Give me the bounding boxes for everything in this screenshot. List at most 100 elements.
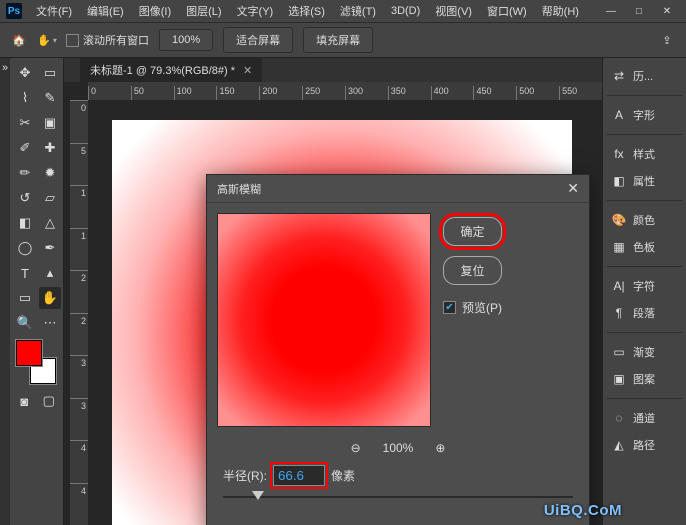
menu-view[interactable]: 视图(V) — [428, 0, 479, 22]
fit-screen-button[interactable]: 适合屏幕 — [223, 27, 293, 53]
paragraph-icon: ¶ — [611, 306, 627, 320]
menu-file[interactable]: 文件(F) — [29, 0, 79, 22]
panel-patterns[interactable]: ▣图案 — [607, 367, 682, 391]
scroll-all-label: 滚动所有窗口 — [83, 32, 149, 48]
minimize-button[interactable]: — — [598, 3, 624, 19]
preview-checkbox-label: 预览(P) — [462, 299, 502, 316]
panel-glyphs[interactable]: A字形 — [607, 103, 682, 127]
shape-tool[interactable]: ▭ — [14, 287, 36, 309]
menu-layer[interactable]: 图层(L) — [179, 0, 228, 22]
menu-filter[interactable]: 滤镜(T) — [333, 0, 383, 22]
slider-thumb-icon[interactable] — [252, 491, 264, 500]
radius-unit: 像素 — [331, 467, 355, 484]
lasso-tool[interactable]: ⌇ — [14, 87, 36, 109]
menu-3d[interactable]: 3D(D) — [384, 2, 427, 20]
maximize-button[interactable]: □ — [626, 3, 652, 19]
panel-history[interactable]: ⇄历... — [607, 64, 682, 88]
dodge-tool[interactable]: ◯ — [14, 237, 36, 259]
ok-button[interactable]: 确定 — [443, 217, 502, 246]
dialog-close-icon[interactable]: ✕ — [567, 180, 579, 197]
gradient-tool[interactable]: ◧ — [14, 212, 36, 234]
panel-channels[interactable]: ◌通道 — [607, 406, 682, 430]
menu-help[interactable]: 帮助(H) — [535, 0, 586, 22]
panel-paths[interactable]: ◭路径 — [607, 433, 682, 457]
character-icon: A| — [611, 279, 627, 293]
styles-icon: fx — [611, 147, 627, 161]
share-icon[interactable]: ⇪ — [658, 31, 676, 49]
brush-tool[interactable]: ✏ — [14, 162, 36, 184]
frame-tool[interactable]: ▣ — [39, 112, 61, 134]
properties-icon: ◧ — [611, 174, 627, 188]
radius-slider[interactable] — [223, 490, 573, 504]
gradients-icon: ▭ — [611, 345, 627, 359]
marquee-tool[interactable]: ▭ — [39, 62, 61, 84]
dialog-title: 高斯模糊 — [217, 181, 261, 197]
color-swatches[interactable] — [14, 340, 58, 384]
preview-zoom-value: 100% — [383, 441, 414, 455]
document-tab-title: 未标题-1 @ 79.3%(RGB/8#) * — [90, 62, 235, 78]
history-brush-tool[interactable]: ↺ — [14, 187, 36, 209]
zoom-out-icon[interactable]: ⊖ — [351, 441, 361, 455]
menu-type[interactable]: 文字(Y) — [230, 0, 281, 22]
patterns-icon: ▣ — [611, 372, 627, 386]
document-area: 未标题-1 @ 79.3%(RGB/8#) * ✕ 05010015020025… — [64, 58, 602, 525]
swatches-icon: ▦ — [611, 240, 627, 254]
ruler-vertical[interactable]: 0511223344 — [70, 100, 88, 525]
eyedropper-tool[interactable]: ✐ — [14, 137, 36, 159]
preview-checkbox[interactable]: ✔ — [443, 301, 456, 314]
channels-icon: ◌ — [611, 411, 627, 425]
gaussian-blur-dialog: 高斯模糊 ✕ 确定 复位 ✔ 预览(P) ⊖ 100% ⊕ — [206, 174, 590, 525]
options-bar: 🏠 ✋▾ 滚动所有窗口 100% 适合屏幕 填充屏幕 ⇪ — [0, 22, 686, 58]
type-tool[interactable]: T — [14, 262, 36, 284]
zoom-in-icon[interactable]: ⊕ — [435, 441, 445, 455]
crop-tool[interactable]: ✂ — [14, 112, 36, 134]
eraser-tool[interactable]: ▱ — [39, 187, 61, 209]
home-icon[interactable]: 🏠 — [10, 31, 28, 49]
hand-tool[interactable]: ✋ — [39, 287, 61, 309]
panel-paragraph[interactable]: ¶段落 — [607, 301, 682, 325]
panel-dock: ⇄历... A字形 fx样式 ◧属性 🎨颜色 ▦色板 A|字符 ¶段落 ▭渐变 … — [602, 58, 686, 525]
document-tab[interactable]: 未标题-1 @ 79.3%(RGB/8#) * ✕ — [80, 58, 262, 82]
radius-input[interactable] — [273, 465, 325, 486]
screen-mode-icon[interactable]: ▢ — [39, 390, 60, 412]
panel-swatches[interactable]: ▦色板 — [607, 235, 682, 259]
menu-image[interactable]: 图像(I) — [132, 0, 178, 22]
panel-gradients[interactable]: ▭渐变 — [607, 340, 682, 364]
quick-mask-icon[interactable]: ◙ — [14, 390, 35, 412]
left-tab-strip[interactable]: » — [0, 58, 10, 525]
menubar: Ps 文件(F) 编辑(E) 图像(I) 图层(L) 文字(Y) 选择(S) 滤… — [0, 0, 686, 22]
panel-properties[interactable]: ◧属性 — [607, 169, 682, 193]
watermark: UiBQ.CoM — [544, 502, 622, 519]
panel-styles[interactable]: fx样式 — [607, 142, 682, 166]
menu-edit[interactable]: 编辑(E) — [80, 0, 131, 22]
quick-select-tool[interactable]: ✎ — [39, 87, 61, 109]
radius-label: 半径(R): — [223, 467, 267, 484]
stamp-tool[interactable]: ✹ — [39, 162, 61, 184]
edit-toolbar[interactable]: ⋯ — [39, 312, 61, 334]
toolbox: ✥ ▭ ⌇ ✎ ✂ ▣ ✐ ✚ ✏ ✹ ↺ ▱ ◧ △ ◯ ✒ T ▴ ▭ ✋ … — [10, 58, 64, 525]
reset-button[interactable]: 复位 — [443, 256, 502, 285]
path-select-tool[interactable]: ▴ — [39, 262, 61, 284]
ruler-horizontal[interactable]: 050100150200250300350400450500550 — [88, 82, 602, 100]
paths-icon: ◭ — [611, 438, 627, 452]
menu-select[interactable]: 选择(S) — [281, 0, 332, 22]
fill-screen-button[interactable]: 填充屏幕 — [303, 27, 373, 53]
color-icon: 🎨 — [611, 213, 627, 227]
glyphs-icon: A — [611, 108, 627, 122]
move-tool[interactable]: ✥ — [14, 62, 36, 84]
panel-color[interactable]: 🎨颜色 — [607, 208, 682, 232]
healing-tool[interactable]: ✚ — [39, 137, 61, 159]
foreground-color-swatch[interactable] — [16, 340, 42, 366]
pen-tool[interactable]: ✒ — [39, 237, 61, 259]
zoom-field[interactable]: 100% — [159, 29, 213, 51]
close-tab-icon[interactable]: ✕ — [243, 64, 252, 77]
zoom-tool[interactable]: 🔍 — [14, 312, 36, 334]
panel-character[interactable]: A|字符 — [607, 274, 682, 298]
blur-tool[interactable]: △ — [39, 212, 61, 234]
scroll-all-checkbox[interactable] — [66, 34, 79, 47]
filter-preview[interactable] — [217, 213, 431, 427]
close-button[interactable]: ✕ — [654, 3, 680, 19]
menu-window[interactable]: 窗口(W) — [480, 0, 534, 22]
app-logo: Ps — [6, 3, 22, 19]
hand-tool-indicator-icon[interactable]: ✋▾ — [38, 31, 56, 49]
